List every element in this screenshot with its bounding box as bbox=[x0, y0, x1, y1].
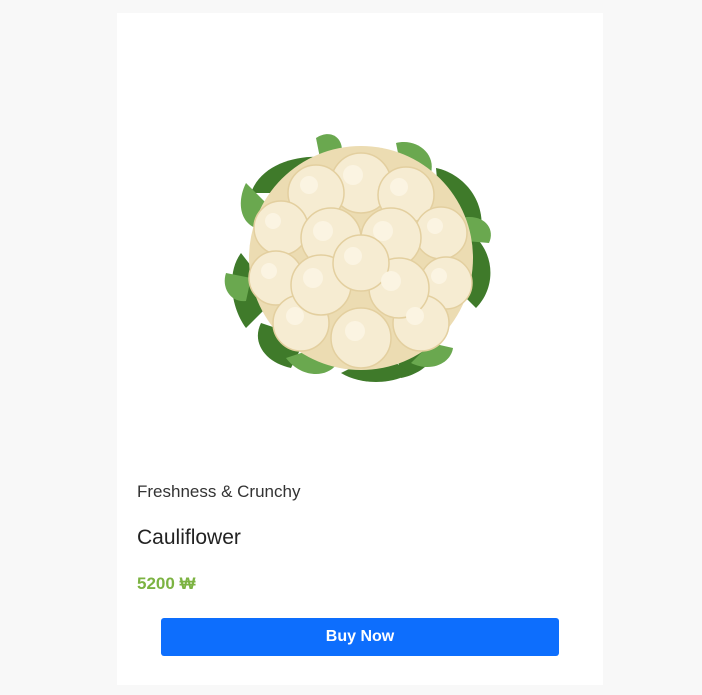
product-card: Freshness & Crunchy Cauliflower 5200 ₩ B… bbox=[117, 13, 603, 685]
product-tagline: Freshness & Crunchy bbox=[137, 482, 301, 501]
product-price: 5200 ₩ bbox=[137, 574, 196, 593]
product-image bbox=[221, 123, 501, 388]
product-name: Cauliflower bbox=[137, 526, 241, 549]
cauliflower-image bbox=[224, 134, 491, 382]
page: Freshness & Crunchy Cauliflower 5200 ₩ B… bbox=[0, 0, 702, 695]
buy-now-button[interactable]: Buy Now bbox=[161, 618, 559, 656]
